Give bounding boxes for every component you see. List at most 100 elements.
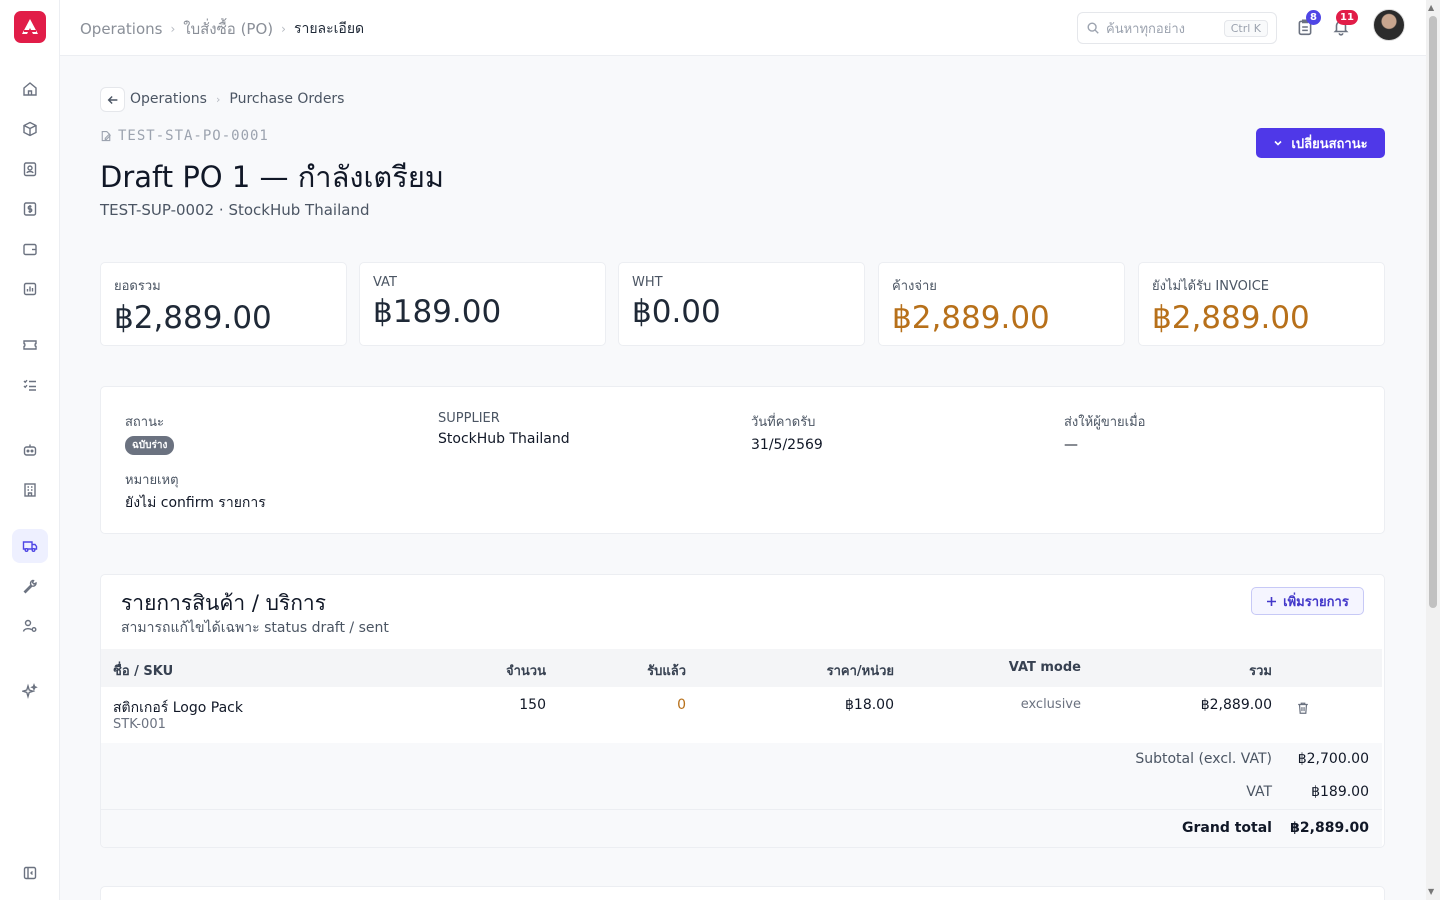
breadcrumb: Operations › ใบสั่งซื้อ (PO) › รายละเอีย… — [80, 17, 364, 41]
stat-card-vat: VAT ฿189.00 — [359, 262, 606, 346]
grand-total-value: ฿2,889.00 — [1290, 820, 1369, 836]
subtotal-label: Subtotal (excl. VAT) — [1135, 751, 1272, 767]
sidebar-collapse-button[interactable] — [12, 856, 48, 890]
home-icon — [23, 82, 37, 96]
nav-ai[interactable] — [12, 674, 48, 708]
ticket-icon — [23, 340, 37, 350]
col-vat-mode: VAT mode — [1008, 660, 1081, 675]
nav-tickets[interactable] — [12, 328, 48, 362]
scroll-up-icon[interactable]: ▲ — [1428, 3, 1434, 12]
nav-inventory[interactable] — [12, 112, 48, 146]
item-price[interactable]: ฿18.00 — [845, 697, 894, 713]
item-total: ฿2,889.00 — [1200, 697, 1272, 713]
nav-buildings[interactable] — [12, 473, 48, 507]
back-button[interactable] — [100, 87, 125, 112]
nav-tools[interactable] — [12, 569, 48, 603]
trash-icon[interactable] — [1296, 701, 1310, 715]
item-sku: STK-001 — [113, 717, 166, 732]
item-name: สติกเกอร์ Logo Pack — [113, 700, 243, 716]
stat-card-outstanding: ค้างจ่าย ฿2,889.00 — [878, 262, 1125, 346]
item-received: 0 — [677, 697, 686, 713]
breadcrumb-current: รายละเอียด — [293, 21, 365, 37]
truck-icon — [22, 541, 38, 552]
subtotal-value: ฿2,700.00 — [1297, 751, 1369, 767]
wrench-icon — [23, 579, 37, 594]
chevron-down-icon — [1274, 140, 1282, 146]
sent-date-field: ส่งให้ผู้ขายเมื่อ — — [1064, 415, 1146, 453]
notifications-badge: 11 — [1336, 10, 1358, 25]
next-section-card — [100, 886, 1385, 900]
note-field: หมายเหตุ ยังไม่ confirm รายการ — [125, 473, 266, 511]
vat-value: ฿189.00 — [1311, 784, 1369, 800]
col-qty: จำนวน — [506, 664, 546, 679]
nav-tasks[interactable] — [12, 368, 48, 402]
vat-label: VAT — [1246, 784, 1272, 800]
table-row[interactable]: สติกเกอร์ Logo Pack STK-001 150 0 ฿18.00… — [101, 687, 1382, 743]
tasks-badge: 8 — [1306, 10, 1321, 25]
change-status-button[interactable]: เปลี่ยนสถานะ — [1256, 128, 1385, 158]
nav-purchasing[interactable] — [12, 529, 48, 563]
chevron-right-icon: › — [281, 22, 286, 36]
user-gear-icon — [22, 619, 37, 632]
nav-home[interactable] — [12, 72, 48, 106]
nav-reports[interactable] — [12, 272, 48, 306]
page-subtitle: TEST-SUP-0002 · StockHub Thailand — [100, 201, 370, 219]
user-avatar[interactable] — [1373, 9, 1405, 41]
scroll-down-icon[interactable]: ▼ — [1428, 887, 1434, 896]
col-name: ชื่อ / SKU — [113, 664, 174, 679]
nav-contacts[interactable] — [12, 152, 48, 186]
breadcrumb-po[interactable]: ใบสั่งซื้อ (PO) — [183, 17, 273, 41]
global-search[interactable]: ค้นหาทุกอย่าง Ctrl K — [1077, 12, 1277, 44]
page-title: Draft PO 1 — กำลังเตรียม — [100, 160, 444, 194]
items-table-header: ชื่อ / SKU จำนวน รับแล้ว ราคา/หน่วย VAT … — [101, 649, 1382, 687]
nav-wallet[interactable] — [12, 232, 48, 266]
item-qty[interactable]: 150 — [519, 697, 546, 713]
chevron-right-icon: › — [170, 22, 176, 36]
building-icon — [24, 483, 36, 497]
contact-card-icon — [23, 162, 37, 177]
stat-card-wht: WHT ฿0.00 — [618, 262, 865, 346]
page-breadcrumb-purchase-orders[interactable]: Purchase Orders — [229, 91, 344, 107]
breadcrumb-operations[interactable]: Operations — [80, 20, 162, 38]
items-title: รายการสินค้า / บริการ — [121, 591, 326, 615]
scrollbar-thumb[interactable] — [1429, 16, 1437, 608]
search-icon — [1087, 22, 1099, 34]
edit-doc-icon — [101, 130, 111, 142]
totals-divider — [101, 809, 1382, 810]
sidebar — [0, 0, 60, 900]
status-field: สถานะ ฉบับร่าง — [125, 411, 175, 455]
col-price: ราคา/หน่วย — [826, 664, 894, 679]
nav-finance[interactable] — [12, 192, 48, 226]
chevron-right-icon: › — [215, 92, 221, 106]
totals-section: Subtotal (excl. VAT) ฿2,700.00 VAT ฿189.… — [101, 743, 1382, 847]
col-received: รับแล้ว — [647, 664, 686, 679]
plus-icon — [1267, 596, 1277, 606]
nav-automation[interactable] — [12, 433, 48, 467]
document-number: TEST-STA-PO-0001 — [100, 128, 269, 144]
page-breadcrumb-operations[interactable]: Operations — [130, 91, 207, 107]
col-total: รวม — [1249, 664, 1272, 679]
supplier-field: SUPPLIER StockHub Thailand — [438, 411, 570, 447]
sparkles-icon — [22, 683, 38, 699]
logo-icon — [22, 19, 38, 34]
search-shortcut: Ctrl K — [1223, 19, 1268, 37]
items-subtitle: สามารถแก้ไขได้เฉพาะ status draft / sent — [121, 620, 389, 636]
robot-icon — [23, 444, 37, 456]
grand-total-label: Grand total — [1182, 820, 1272, 836]
app-logo[interactable] — [14, 11, 46, 43]
po-info-card: สถานะ ฉบับร่าง SUPPLIER StockHub Thailan… — [100, 386, 1385, 534]
item-vat-mode[interactable]: exclusive — [1021, 697, 1081, 712]
nav-user-settings[interactable] — [12, 609, 48, 643]
add-item-button[interactable]: เพิ่มรายการ — [1251, 587, 1364, 615]
chart-icon — [23, 282, 37, 296]
stat-card-total: ยอดรวม ฿2,889.00 — [100, 262, 347, 346]
expected-date-field: วันที่คาดรับ 31/5/2569 — [751, 415, 823, 453]
panel-collapse-icon — [23, 866, 37, 880]
wallet-icon — [23, 243, 37, 256]
page-breadcrumb: Operations › Purchase Orders — [130, 91, 344, 107]
search-placeholder: ค้นหาทุกอย่าง — [1106, 21, 1185, 37]
arrow-left-icon — [107, 95, 117, 104]
stat-card-uninvoiced: ยังไม่ได้รับ INVOICE ฿2,889.00 — [1138, 262, 1385, 346]
box-icon — [23, 121, 37, 137]
line-items-card: รายการสินค้า / บริการ สามารถแก้ไขได้เฉพา… — [100, 574, 1385, 848]
